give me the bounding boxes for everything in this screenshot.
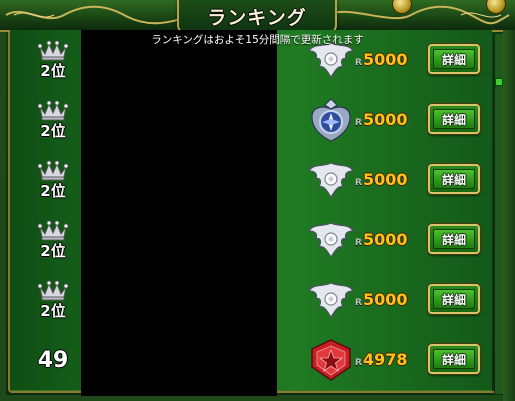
rating: R 5000 — [355, 50, 407, 72]
rating-prefix: R — [355, 178, 362, 188]
detail-button[interactable]: 詳細 — [428, 44, 480, 74]
detail-button-label: 詳細 — [441, 232, 466, 247]
rank-cell: 2位 — [28, 90, 78, 150]
rank-label: 2位 — [40, 62, 66, 80]
detail-button-face[interactable]: 詳細 — [433, 169, 475, 189]
silver-wing-emblem-icon — [307, 162, 355, 199]
scrollbar[interactable] — [494, 34, 503, 394]
ornament-right — [322, 5, 510, 25]
rank-cell: 2位 — [28, 270, 78, 330]
detail-button-face[interactable]: 詳細 — [433, 109, 475, 129]
red-star-emblem-icon — [311, 339, 351, 381]
rating-value: 5000 — [362, 290, 408, 309]
rating-value: 4978 — [362, 350, 408, 369]
rating: R 5000 — [355, 230, 407, 252]
scroll-thumb[interactable] — [495, 78, 503, 86]
detail-button[interactable]: 詳細 — [428, 284, 480, 314]
rating-prefix: R — [355, 358, 362, 368]
rating-prefix: R — [355, 298, 362, 308]
rank-label: 2位 — [40, 182, 66, 200]
silver-wing-emblem-icon — [307, 282, 355, 319]
detail-button-label: 詳細 — [441, 172, 466, 187]
crown-icon — [37, 220, 69, 241]
rank-label: 2位 — [40, 302, 66, 320]
rating: R 5000 — [355, 170, 407, 192]
detail-button-face[interactable]: 詳細 — [433, 49, 475, 69]
rank-label: 49 — [37, 347, 69, 373]
rating-prefix: R — [355, 238, 362, 248]
frame-right-edge — [503, 30, 515, 401]
rating-value: 5000 — [362, 230, 408, 249]
blue-crest-emblem-icon — [311, 98, 351, 142]
crown-icon — [37, 160, 69, 181]
detail-button-label: 詳細 — [441, 112, 466, 127]
rating: R 4978 — [355, 350, 407, 372]
rating-value: 5000 — [362, 110, 408, 129]
rating-prefix: R — [355, 118, 362, 128]
silver-wing-emblem-icon — [307, 222, 355, 259]
ornament-left — [5, 5, 193, 25]
page-title: ランキング — [207, 7, 307, 29]
crown-icon — [37, 100, 69, 121]
rank-label: 2位 — [40, 122, 66, 140]
rating-prefix: R — [355, 58, 362, 68]
rating: R 5000 — [355, 110, 407, 132]
detail-button[interactable]: 詳細 — [428, 164, 480, 194]
crown-icon — [37, 280, 69, 301]
redacted-player-names — [81, 30, 277, 396]
detail-button-label: 詳細 — [441, 52, 466, 67]
rank-cell: 49 — [28, 330, 78, 390]
detail-button[interactable]: 詳細 — [428, 104, 480, 134]
detail-button-label: 詳細 — [441, 292, 466, 307]
rating-value: 5000 — [362, 170, 408, 189]
detail-button-face[interactable]: 詳細 — [433, 229, 475, 249]
detail-button[interactable]: 詳細 — [428, 224, 480, 254]
detail-button-face[interactable]: 詳細 — [433, 289, 475, 309]
detail-button-face[interactable]: 詳細 — [433, 349, 475, 369]
detail-button-label: 詳細 — [441, 352, 466, 367]
rating-value: 5000 — [362, 50, 408, 69]
detail-button[interactable]: 詳細 — [428, 344, 480, 374]
rank-cell: 2位 — [28, 150, 78, 210]
rank-cell: 2位 — [28, 210, 78, 270]
rank-label: 2位 — [40, 242, 66, 260]
update-notice: ランキングはおよそ15分間隔で更新されます — [151, 34, 364, 46]
rating: R 5000 — [355, 290, 407, 312]
